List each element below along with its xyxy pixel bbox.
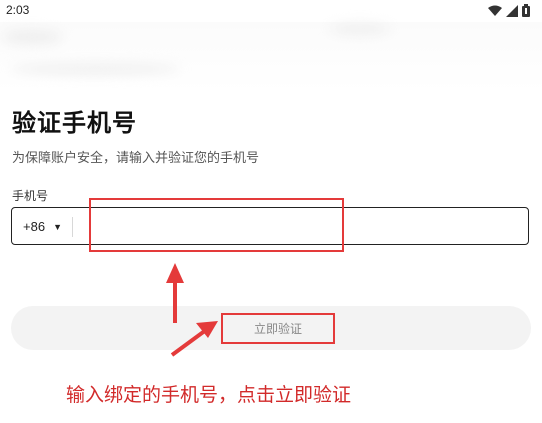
- annotation-text: 输入绑定的手机号，点击立即验证: [66, 384, 352, 406]
- up-arrow-icon: [166, 263, 184, 323]
- annotation-arrows: [166, 263, 218, 357]
- diagonal-arrow-icon: [170, 321, 218, 357]
